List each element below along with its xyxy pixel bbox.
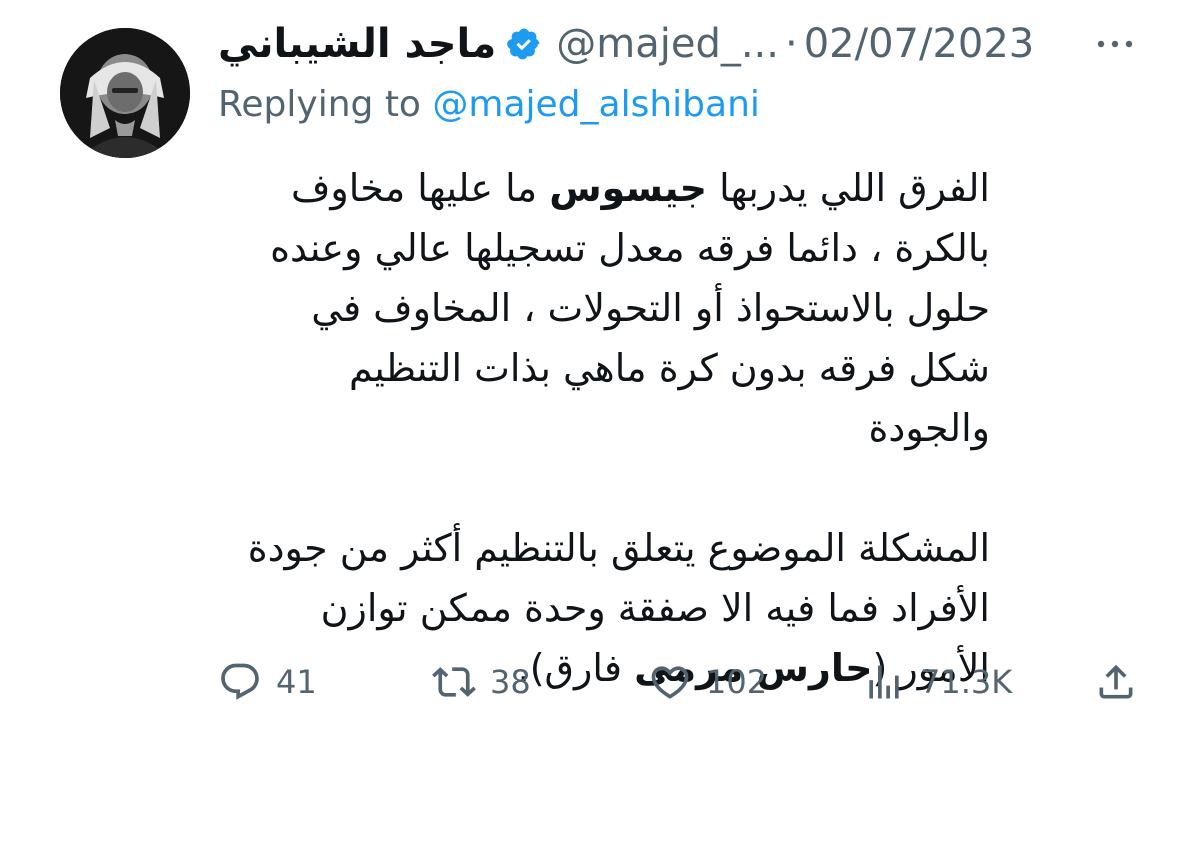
like-button[interactable]: 102 <box>648 652 767 712</box>
tweet-date[interactable]: 02/07/2023 <box>804 21 1035 67</box>
reply-button[interactable]: 41 <box>218 652 317 712</box>
replying-to-label: Replying to <box>218 84 433 125</box>
tweet: ماجد الشيباني @majed_... · 02/07/2023 Re… <box>0 0 1200 841</box>
tweet-text: الفرق اللي يدربها جيسوس ما عليها مخاوف ب… <box>218 158 990 698</box>
share-upload-icon <box>1094 660 1138 704</box>
avatar-photo <box>60 28 190 158</box>
more-dots-icon[interactable] <box>1094 30 1136 58</box>
header-separator: · <box>784 21 798 67</box>
tweet-header: ماجد الشيباني @majed_... · 02/07/2023 <box>218 16 1034 72</box>
share-button[interactable] <box>1094 652 1138 712</box>
like-count: 102 <box>706 663 768 701</box>
avatar[interactable] <box>60 28 190 158</box>
reply-count: 41 <box>276 663 317 701</box>
retweet-count: 38 <box>490 663 531 701</box>
display-name[interactable]: ماجد الشيباني <box>218 21 496 67</box>
replying-to: Replying to @majed_alshibani <box>218 84 760 125</box>
author-handle[interactable]: @majed_... <box>556 21 779 67</box>
retweet-button[interactable]: 38 <box>432 652 531 712</box>
views-button[interactable]: 71.3K <box>862 652 1012 712</box>
views-count: 71.3K <box>920 663 1013 701</box>
tweet-paragraph-1: الفرق اللي يدربها جيسوس ما عليها مخاوف ب… <box>218 158 990 458</box>
verified-badge-icon <box>506 26 542 62</box>
action-bar: 41 38 102 71.3K <box>218 652 1138 712</box>
heart-icon <box>648 660 692 704</box>
p1-bold-name[interactable]: جيسوس <box>549 166 707 210</box>
replying-to-mention[interactable]: @majed_alshibani <box>432 84 760 125</box>
reply-bubble-icon <box>218 660 262 704</box>
p1-text-1: الفرق اللي يدربها <box>707 166 990 210</box>
bar-chart-icon <box>862 660 906 704</box>
retweet-arrows-icon <box>432 660 476 704</box>
